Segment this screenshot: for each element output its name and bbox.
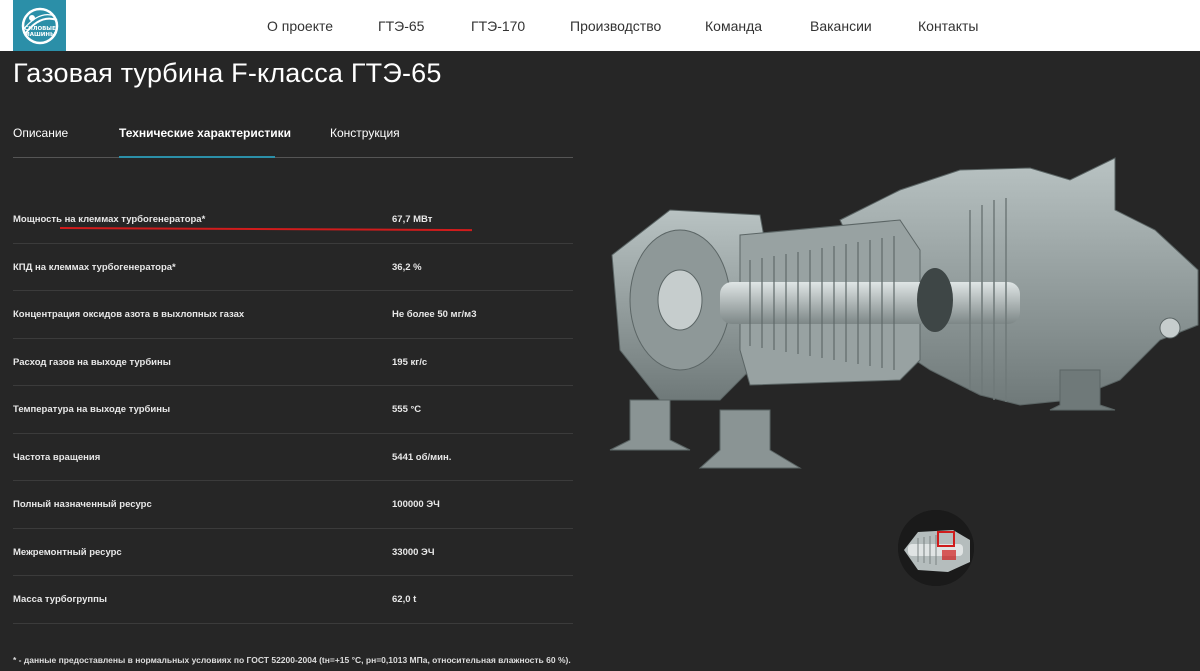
spec-row: Межремонтный ресурс 33000 ЭЧ	[13, 529, 573, 576]
tab-construction[interactable]: Конструкция	[330, 126, 400, 140]
spec-row: КПД на клеммах турбогенератора* 36,2 %	[13, 244, 573, 291]
turbine-preview-thumbnail[interactable]	[898, 510, 974, 586]
spec-label: Температура на выходе турбины	[13, 404, 171, 415]
tab-technical-specs[interactable]: Технические характеристики	[119, 126, 291, 140]
spec-row: Полный назначенный ресурс 100000 ЭЧ	[13, 481, 573, 529]
top-navigation-bar: СИЛОВЫЕ МАШИНЫ О проекте ГТЭ-65 ГТЭ-170 …	[0, 0, 1200, 51]
nav-item-team[interactable]: Команда	[705, 18, 762, 34]
spec-row: Концентрация оксидов азота в выхлопных г…	[13, 291, 573, 339]
spec-value: 36,2 %	[392, 261, 422, 273]
page-title: Газовая турбина F-класса ГТЭ-65	[13, 58, 442, 88]
nav-item-gte-65[interactable]: ГТЭ-65	[378, 18, 424, 34]
spec-value: 67,7 МВт	[392, 214, 433, 225]
spec-value: Не более 50 мг/м3	[392, 309, 477, 320]
spec-label: Мощность на клеммах турбогенератора*	[13, 214, 206, 225]
tab-description[interactable]: Описание	[13, 126, 68, 140]
spec-label: Частота вращения	[13, 451, 101, 463]
nav-item-production[interactable]: Производство	[570, 18, 661, 34]
spec-row: Мощность на клеммах турбогенератора* 67,7…	[13, 196, 573, 244]
nav-item-contacts[interactable]: Контакты	[918, 18, 978, 34]
spec-label: Расход газов на выходе турбины	[13, 356, 171, 368]
tabs-divider	[13, 157, 573, 158]
spec-value: 62,0 t	[392, 594, 417, 605]
nav-item-vacancies[interactable]: Вакансии	[810, 18, 872, 34]
spec-label: КПД на клеммах турбогенератора*	[13, 261, 176, 273]
spec-value: 33000 ЭЧ	[392, 546, 435, 558]
nav-item-gte-170[interactable]: ГТЭ-170	[471, 18, 525, 34]
spec-row: Температура на выходе турбины 555 °C	[13, 386, 573, 434]
spec-label: Масса турбогруппы	[13, 594, 107, 605]
nav-item-about[interactable]: О проекте	[267, 18, 333, 34]
spec-label: Полный назначенный ресурс	[13, 499, 152, 510]
active-tab-indicator	[119, 156, 275, 158]
turbine-thumbnail-icon	[898, 510, 974, 586]
spec-value: 100000 ЭЧ	[392, 499, 440, 510]
svg-text:МАШИНЫ: МАШИНЫ	[24, 32, 56, 38]
spec-label: Межремонтный ресурс	[13, 546, 122, 558]
spec-value: 555 °C	[392, 404, 422, 415]
company-logo[interactable]: СИЛОВЫЕ МАШИНЫ	[13, 0, 66, 51]
spec-row: Частота вращения 5441 об/мин.	[13, 434, 573, 481]
footnote: * - данные предоставлены в нормальных ус…	[13, 655, 571, 665]
turbine-cutaway-image	[609, 157, 1199, 469]
logo-emblem-icon: СИЛОВЫЕ МАШИНЫ	[21, 7, 58, 44]
spec-row: Расход газов на выходе турбины 195 кг/с	[13, 339, 573, 386]
spec-row: Масса турбогруппы 62,0 t	[13, 576, 573, 624]
spec-value: 5441 об/мин.	[392, 451, 452, 463]
spec-value: 195 кг/с	[392, 356, 428, 368]
specs-table: Мощность на клеммах турбогенератора* 67,7…	[13, 196, 573, 624]
spec-label: Концентрация оксидов азота в выхлопных г…	[13, 309, 245, 320]
